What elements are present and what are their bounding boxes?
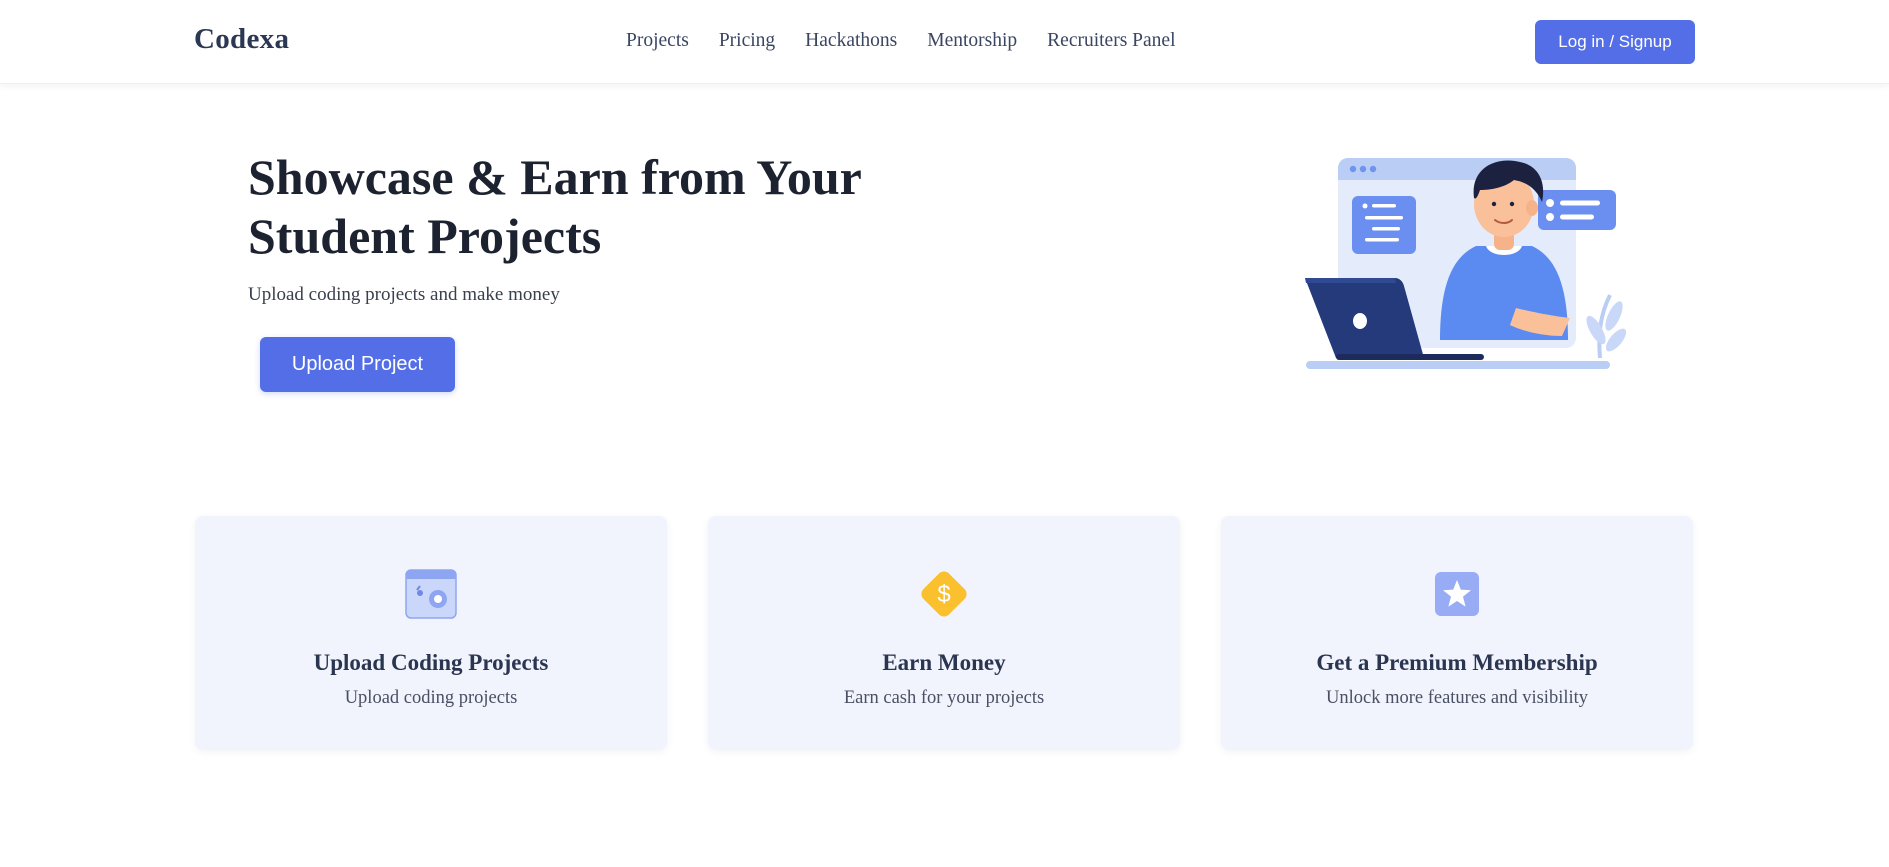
feature-title: Get a Premium Membership bbox=[1316, 650, 1598, 675]
nav-hackathons[interactable]: Hackathons bbox=[805, 30, 897, 52]
feature-description: Unlock more features and visibility bbox=[1325, 688, 1589, 708]
feature-title: Upload Coding Projects bbox=[313, 650, 549, 675]
nav-projects[interactable]: Projects bbox=[626, 30, 689, 52]
dollar-icon: $ bbox=[916, 566, 972, 622]
feature-card-premium: Get a Premium Membership Unlock more fea… bbox=[1221, 516, 1693, 750]
upload-code-icon bbox=[403, 566, 459, 622]
nav-recruiters-panel[interactable]: Recruiters Panel bbox=[1047, 30, 1175, 52]
nav-mentorship[interactable]: Mentorship bbox=[927, 30, 1017, 52]
star-icon bbox=[1429, 566, 1485, 622]
hero-title: Showcase & Earn from Your Student Projec… bbox=[248, 149, 861, 264]
feature-card-earn: $ Earn Money Earn cash for your projects bbox=[708, 516, 1180, 750]
site-header: Codexa Projects Pricing Hackathons Mento… bbox=[0, 0, 1889, 84]
feature-title: Earn Money bbox=[882, 650, 1006, 675]
hero-subtitle: Upload coding projects and make money bbox=[248, 284, 560, 305]
developer-at-laptop-illustration bbox=[1300, 140, 1630, 380]
logo[interactable]: Codexa bbox=[194, 23, 289, 56]
svg-text:$: $ bbox=[937, 581, 950, 608]
feature-description: Upload coding projects bbox=[344, 688, 518, 708]
nav-pricing[interactable]: Pricing bbox=[719, 30, 775, 52]
login-signup-button[interactable]: Log in / Signup bbox=[1535, 20, 1695, 64]
feature-card-upload: Upload Coding Projects Upload coding pro… bbox=[195, 516, 667, 750]
feature-description: Earn cash for your projects bbox=[843, 688, 1045, 708]
features-section: Upload Coding Projects Upload coding pro… bbox=[195, 516, 1695, 750]
upload-project-button[interactable]: Upload Project bbox=[260, 337, 455, 392]
main-nav: Projects Pricing Hackathons Mentorship R… bbox=[626, 30, 1206, 52]
